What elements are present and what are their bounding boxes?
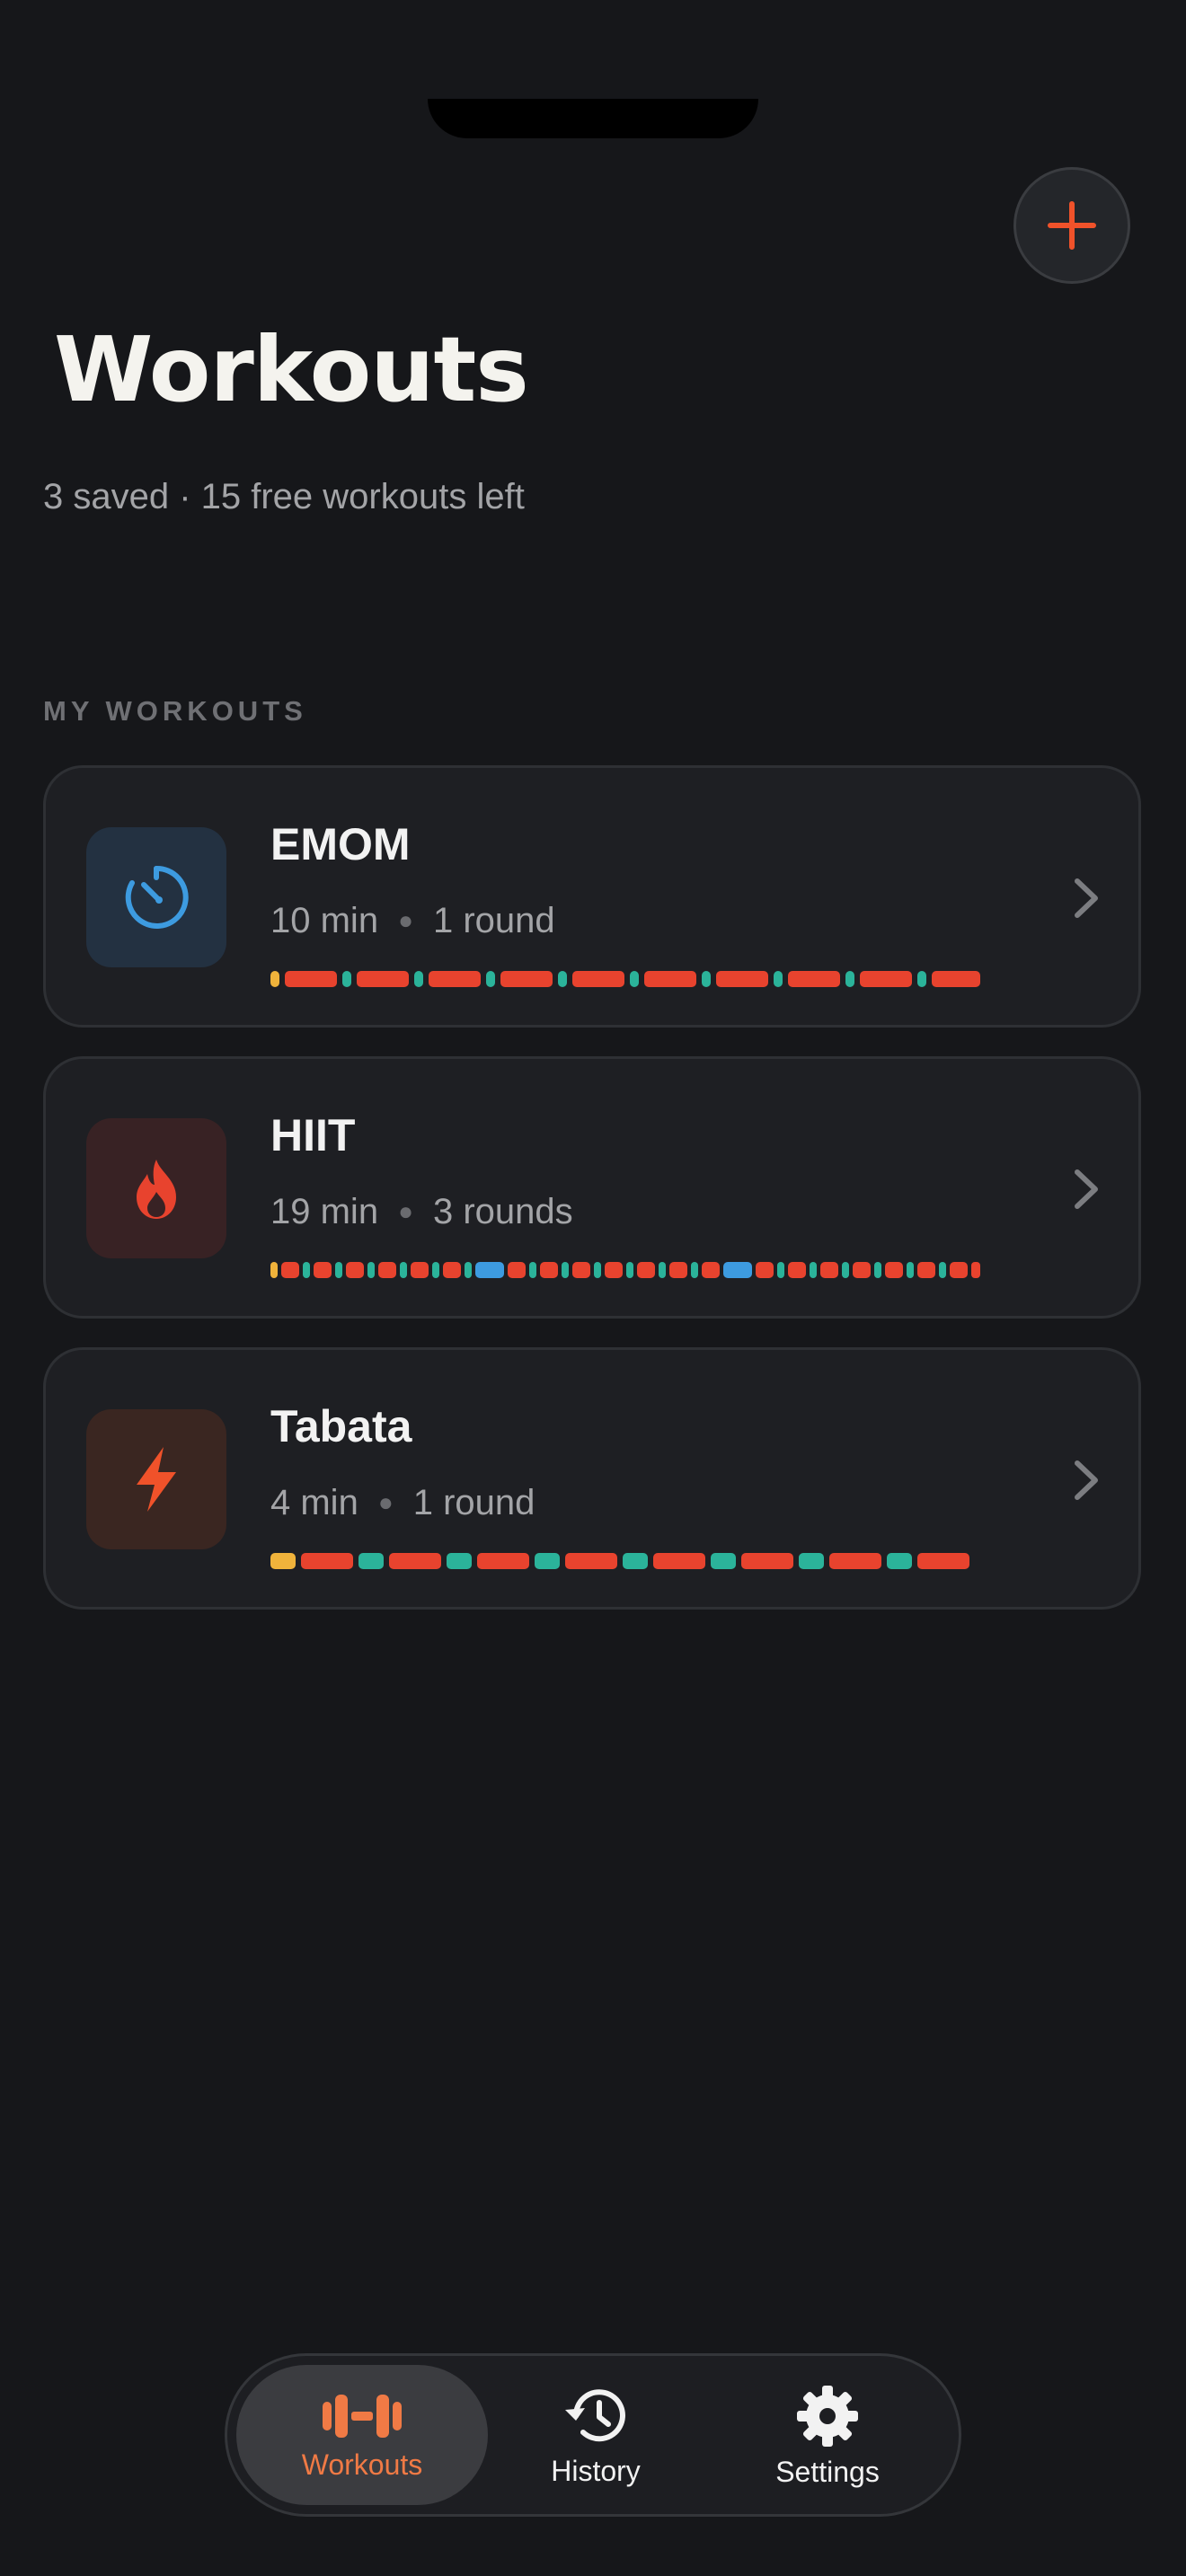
interval-timeline <box>270 971 980 987</box>
workout-duration: 10 min <box>270 901 379 940</box>
workout-name: Tabata <box>270 1401 412 1451</box>
flame-icon <box>137 1160 176 1219</box>
workout-rounds: 1 round <box>412 1483 535 1522</box>
workout-rounds: 1 round <box>432 901 555 940</box>
workout-duration: 4 min <box>270 1483 358 1522</box>
gear-icon <box>797 2386 858 2447</box>
workout-icon-tile <box>86 1409 226 1549</box>
workout-icon-tile <box>86 1118 226 1258</box>
plus-icon <box>1048 201 1096 250</box>
tab-label: History <box>551 2455 641 2487</box>
bolt-icon <box>137 1447 176 1512</box>
workout-name: HIIT <box>270 1110 356 1160</box>
bottom-tab-bar: Workouts History Settings <box>225 2353 961 2517</box>
workout-card-hiit[interactable]: HIIT 19 min ● 3 rounds <box>43 1056 1141 1319</box>
workout-card-emom[interactable]: EMOM 10 min ● 1 round <box>43 765 1141 1028</box>
meta-separator: ● <box>398 1197 413 1225</box>
interval-timeline <box>270 1262 980 1278</box>
history-icon <box>565 2389 625 2442</box>
dumbbell-icon <box>323 2395 402 2438</box>
workout-meta: 19 min ● 3 rounds <box>270 1194 573 1230</box>
workout-duration: 19 min <box>270 1192 379 1231</box>
add-workout-button[interactable] <box>1013 167 1130 284</box>
page-subtitle: 3 saved · 15 free workouts left <box>43 477 525 516</box>
workout-meta: 4 min ● 1 round <box>270 1485 535 1521</box>
device-notch <box>428 99 758 138</box>
chevron-right-icon <box>1075 1460 1098 1500</box>
timer-icon <box>125 865 189 929</box>
section-label: MY WORKOUTS <box>43 695 307 727</box>
tab-label: Workouts <box>301 2448 423 2481</box>
workout-meta: 10 min ● 1 round <box>270 903 555 939</box>
tab-label: Settings <box>775 2456 880 2488</box>
workout-card-tabata[interactable]: Tabata 4 min ● 1 round <box>43 1347 1141 1610</box>
tab-settings[interactable]: Settings <box>702 2365 953 2505</box>
meta-separator: ● <box>377 1488 394 1516</box>
page-title: Workouts <box>54 317 529 422</box>
chevron-right-icon <box>1075 1169 1098 1209</box>
tab-workouts[interactable]: Workouts <box>236 2365 488 2505</box>
workout-icon-tile <box>86 827 226 967</box>
workout-name: EMOM <box>270 819 411 869</box>
interval-timeline <box>270 1553 969 1569</box>
tab-history[interactable]: History <box>470 2365 721 2505</box>
workout-rounds: 3 rounds <box>432 1192 573 1231</box>
chevron-right-icon <box>1075 878 1098 918</box>
meta-separator: ● <box>398 906 413 934</box>
